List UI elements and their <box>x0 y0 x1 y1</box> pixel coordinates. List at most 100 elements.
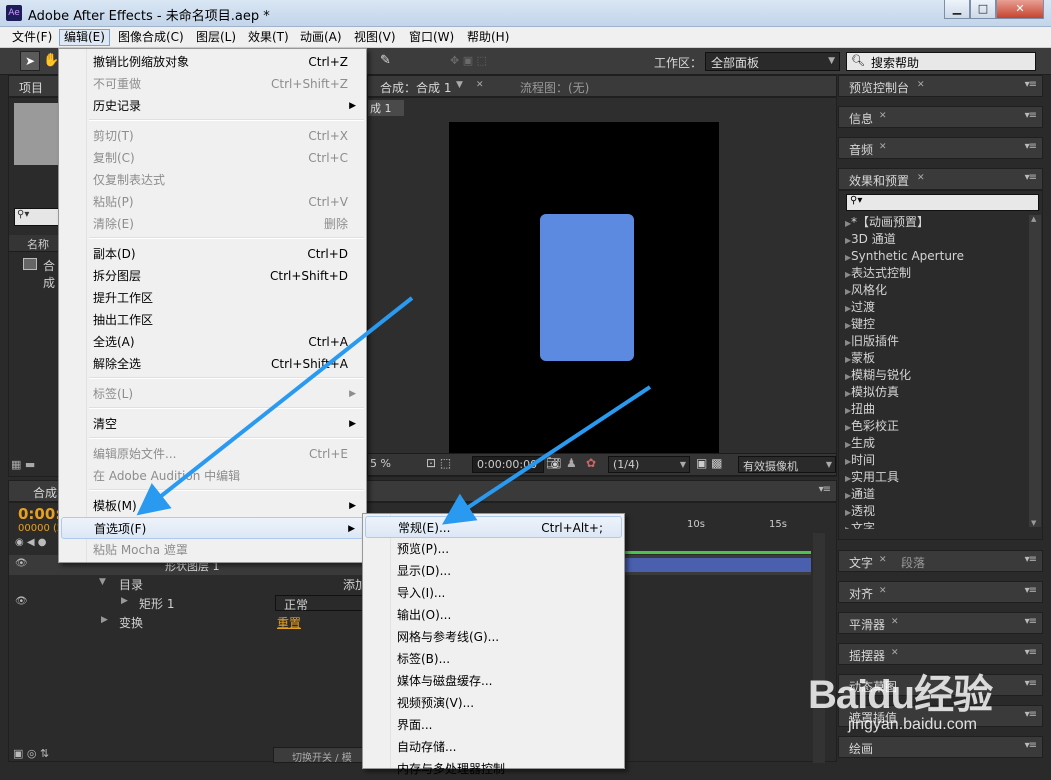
expand-arrow-icon[interactable]: ▶ <box>839 385 851 402</box>
panel-menu-icon[interactable]: ▾≡ <box>1025 585 1037 596</box>
preferences-menu-item[interactable]: 界面... <box>365 714 622 736</box>
av-switches-icons[interactable]: ◉ ◀ ● <box>9 537 61 552</box>
preferences-menu-item[interactable]: 自动存储... <box>365 736 622 758</box>
menu-help[interactable]: 帮助(H) <box>463 29 513 46</box>
smoother-panel[interactable]: 平滑器 ✕ ▾≡ <box>838 612 1043 634</box>
maximize-button[interactable]: □ <box>970 0 996 19</box>
expand-arrow-icon[interactable]: ▶ <box>839 470 851 487</box>
expand-arrow-icon[interactable]: ▶ <box>839 436 851 453</box>
eye-icon[interactable]: 👁︎ <box>15 558 28 569</box>
expand-arrow-icon[interactable]: ▶ <box>839 521 851 529</box>
wiggler-panel[interactable]: 摇摆器 ✕ ▾≡ <box>838 643 1043 665</box>
comp-canvas[interactable] <box>449 122 719 456</box>
expand-arrow-icon[interactable]: ▶ <box>839 232 851 249</box>
expand-arrow-icon[interactable]: ▶ <box>839 300 851 317</box>
effects-category[interactable]: ▶模糊与锐化 <box>839 367 1029 384</box>
comp-breadcrumb[interactable]: 成 1 <box>368 100 404 116</box>
composition-tab[interactable]: 合成：合成 1 <box>380 79 451 96</box>
edit-menu-item[interactable]: 提升工作区 <box>61 287 364 309</box>
edit-menu-item[interactable]: 首选项(F) ▶ <box>61 517 364 539</box>
expand-arrow-icon[interactable]: ▶ <box>839 266 851 283</box>
panel-menu-icon[interactable]: ▾≡ <box>1025 647 1037 658</box>
expand-arrow-icon[interactable]: ▶ <box>839 368 851 385</box>
close-icon[interactable]: ✕ <box>476 80 484 90</box>
tab-dropdown-icon[interactable]: ▼ <box>456 80 463 90</box>
scroll-up-icon[interactable]: ▲ <box>1031 215 1036 223</box>
viewer-timecode[interactable]: 0:00:00:00 <box>472 456 544 473</box>
edit-menu-item[interactable]: 抽出工作区 <box>61 309 364 331</box>
effects-presets-header[interactable]: 效果和预置 ✕ ▾≡ <box>838 168 1043 190</box>
preferences-menu-item[interactable]: 标签(B)... <box>365 648 622 670</box>
edit-menu-item[interactable]: 拆分图层 Ctrl+Shift+D <box>61 265 364 287</box>
flowchart-tab[interactable]: 流程图：(无) <box>520 79 589 96</box>
work-area-bar[interactable] <box>625 551 811 554</box>
scroll-down-icon[interactable]: ▼ <box>1031 519 1036 527</box>
edit-menu-item[interactable]: 清空 ▶ <box>61 413 364 435</box>
align-panel[interactable]: 对齐 ✕ ▾≡ <box>838 581 1043 603</box>
project-footer-icons[interactable]: ▦ ▬ <box>11 458 59 474</box>
selection-tool-icon[interactable]: ➤ <box>20 51 40 71</box>
close-icon[interactable]: ✕ <box>917 173 925 183</box>
menu-effect[interactable]: 效果(T) <box>244 29 293 46</box>
motion-sketch-panel[interactable]: 动态草图 ▾≡ <box>838 674 1043 696</box>
preferences-menu-item[interactable]: 网格与参考线(G)... <box>365 626 622 648</box>
menu-composition[interactable]: 图像合成(C) <box>114 29 188 46</box>
close-icon[interactable]: ✕ <box>879 111 887 121</box>
mask-interpolation-panel[interactable]: 遮罩插值 ▾≡ <box>838 705 1043 727</box>
rectangle-shape[interactable] <box>540 214 634 361</box>
effects-category[interactable]: ▶过渡 <box>839 299 1029 316</box>
panel-menu-icon[interactable]: ▾≡ <box>1025 740 1037 751</box>
preferences-menu-item[interactable]: 常规(E)... Ctrl+Alt+; <box>365 516 622 538</box>
effects-category[interactable]: ▶3D 通道 <box>839 231 1029 248</box>
expand-arrow-icon[interactable]: ▶ <box>839 419 851 436</box>
info-panel[interactable]: 信息 ✕ ▾≡ <box>838 106 1043 128</box>
panel-menu-icon[interactable]: ▾≡ <box>1025 678 1037 689</box>
effects-category[interactable]: ▶风格化 <box>839 282 1029 299</box>
preferences-menu-item[interactable]: 输出(O)... <box>365 604 622 626</box>
zoom-value[interactable]: 5 % <box>370 457 391 470</box>
effects-category[interactable]: ▶Synthetic Aperture <box>839 248 1029 265</box>
menu-edit[interactable]: 编辑(E) <box>59 29 110 46</box>
effects-category[interactable]: ▶色彩校正 <box>839 418 1029 435</box>
expand-arrow-icon[interactable]: ▶ <box>121 596 128 606</box>
menu-window[interactable]: 窗口(W) <box>405 29 458 46</box>
menu-animation[interactable]: 动画(A) <box>296 29 346 46</box>
menu-file[interactable]: 文件(F) <box>8 29 56 46</box>
effects-category[interactable]: ▶模拟仿真 <box>839 384 1029 401</box>
show-snapshot-icon[interactable]: ♟ <box>566 456 577 470</box>
panel-menu-icon[interactable]: ▾≡ <box>819 484 831 495</box>
panel-menu-icon[interactable]: ▾≡ <box>1025 79 1037 90</box>
timeline-footer-icons[interactable]: ▣ ◎ ⇅ <box>13 747 49 760</box>
effects-category[interactable]: ▶透视 <box>839 503 1029 520</box>
layer-duration-bar[interactable] <box>625 558 811 572</box>
snapshot-icon[interactable]: 📷︎ <box>546 456 561 470</box>
effects-search-input[interactable]: ⚲▾ <box>846 194 1039 211</box>
effects-category[interactable]: ▶实用工具 <box>839 469 1029 486</box>
edit-menu-item[interactable]: 副本(D) Ctrl+D <box>61 243 364 265</box>
workspace-select[interactable]: 全部面板 ▼ <box>705 52 840 71</box>
paragraph-tab[interactable]: 段落 <box>901 554 925 571</box>
expand-arrow-icon[interactable]: ▶ <box>101 615 108 625</box>
preferences-menu-item[interactable]: 媒体与磁盘缓存... <box>365 670 622 692</box>
preferences-menu-item[interactable]: 视频预演(V)... <box>365 692 622 714</box>
project-panel-tab[interactable]: 项目 <box>8 75 60 97</box>
hand-tool-icon[interactable]: ✋ <box>43 51 59 71</box>
effects-scrollbar[interactable]: ▲ ▼ <box>1029 215 1041 527</box>
effects-category[interactable]: ▶扭曲 <box>839 401 1029 418</box>
region-icon[interactable]: ▣ ▩ <box>696 456 723 470</box>
panel-menu-icon[interactable]: ▾≡ <box>1025 141 1037 152</box>
expand-arrow-icon[interactable]: ▶ <box>839 283 851 300</box>
expand-arrow-icon[interactable]: ▶ <box>839 317 851 334</box>
expand-arrow-icon[interactable]: ▶ <box>839 402 851 419</box>
help-search-input[interactable]: 🔍︎ 搜索帮助 <box>846 52 1036 71</box>
edit-menu-item[interactable]: 全选(A) Ctrl+A <box>61 331 364 353</box>
transform-row[interactable]: ▶ 变换 重置 <box>99 614 369 631</box>
eye-icon[interactable]: 👁︎ <box>15 596 28 607</box>
expand-arrow-icon[interactable]: ▶ <box>839 334 851 351</box>
panel-menu-icon[interactable]: ▾≡ <box>1025 709 1037 720</box>
project-search-input[interactable]: ⚲▾ <box>14 208 60 226</box>
preferences-menu-item[interactable]: 预览(P)... <box>365 538 622 560</box>
close-icon[interactable]: ✕ <box>917 80 925 90</box>
expand-arrow-icon[interactable]: ▶ <box>839 487 851 504</box>
effects-category[interactable]: ▶旧版插件 <box>839 333 1029 350</box>
